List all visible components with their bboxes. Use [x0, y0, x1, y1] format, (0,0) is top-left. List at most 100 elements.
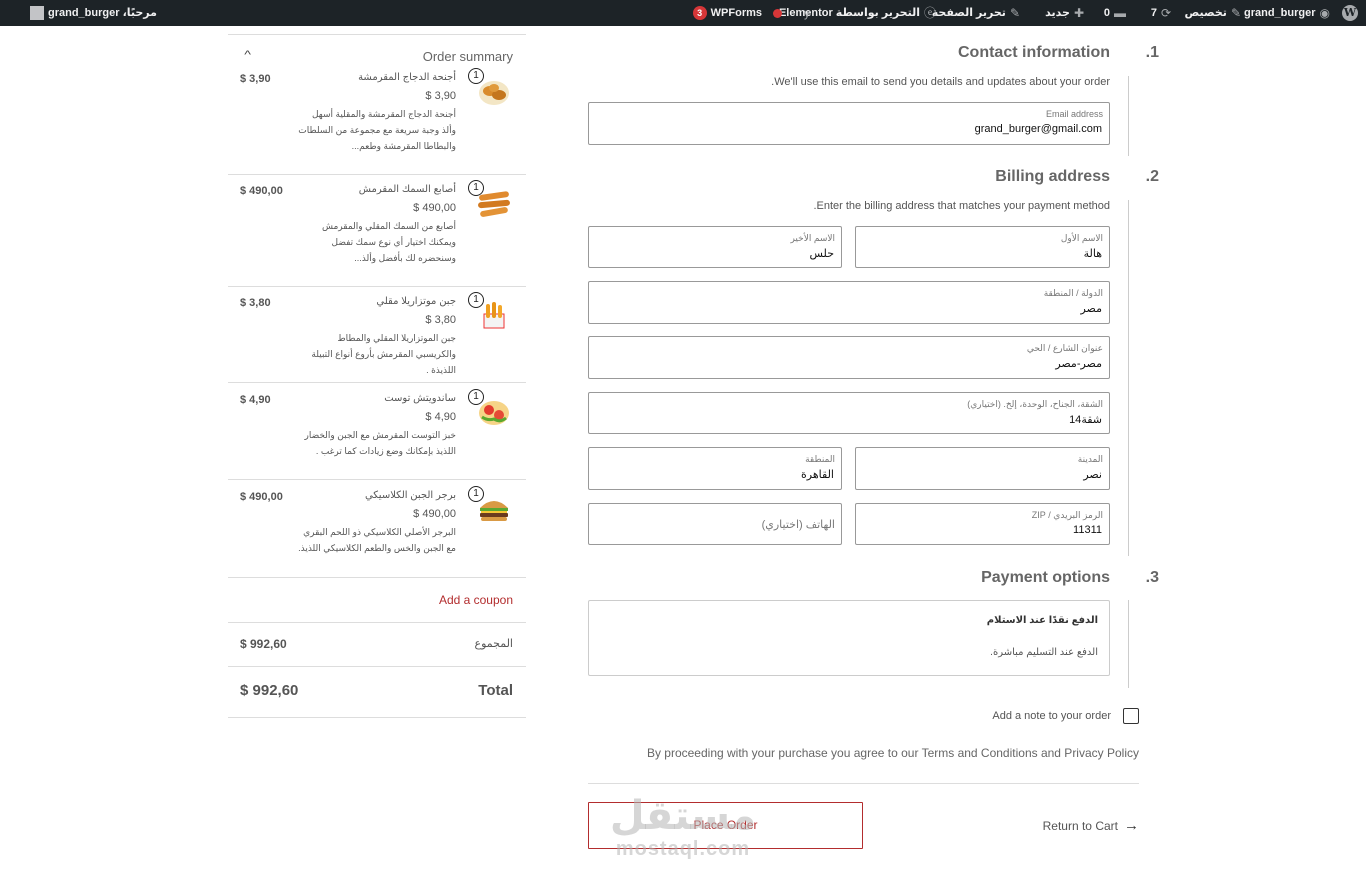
- region-select[interactable]: المنطقة القاهرة: [588, 447, 842, 490]
- order-summary-title: Order summary: [422, 49, 513, 64]
- my-account-link[interactable]: مرحبًا، grand_burger: [30, 0, 157, 26]
- last-name-value: حلس: [809, 248, 834, 260]
- country-select[interactable]: الدولة / المنطقة مصر: [588, 281, 1110, 324]
- comment-icon: ▬: [1114, 6, 1126, 20]
- yoast-link[interactable]: y: [804, 0, 810, 26]
- item-unit-price: $ 490,00: [413, 508, 456, 520]
- order-item: $ 490,00 برجر الجبن الكلاسيكي $ 490,00 ا…: [228, 482, 526, 578]
- street-address-field[interactable]: عنوان الشارع / الحي مصر-مصر: [588, 336, 1110, 379]
- last-name-field[interactable]: الاسم الأخير حلس: [588, 226, 842, 268]
- divider: [228, 577, 526, 578]
- order-item: $ 3,90 أجنحة الدجاج المقرمشة $ 3,90 أجنح…: [228, 64, 526, 176]
- first-name-field[interactable]: الاسم الأول هالة: [855, 226, 1110, 268]
- comments-link[interactable]: ▬ 0: [1104, 0, 1126, 26]
- item-total: $ 3,90: [240, 73, 271, 85]
- subtotal-label: المجموع: [474, 638, 513, 650]
- wordpress-icon: W: [1342, 5, 1358, 21]
- edit-page-link[interactable]: ✎ تحرير الصفحة: [932, 0, 1020, 26]
- total-label: Total: [478, 682, 513, 699]
- edit-elementor-link[interactable]: ⓔ التحرير بواسطة Elementor: [779, 0, 936, 26]
- item-unit-price: $ 490,00: [413, 202, 456, 214]
- order-item: $ 3,80 جبن موتزاريلا مقلي $ 3,80 جبن الم…: [228, 288, 526, 384]
- apartment-field[interactable]: الشقة، الجناح، الوحدة، إلخ. (اختياري) شق…: [588, 392, 1110, 434]
- item-total: $ 4,90: [240, 394, 271, 406]
- item-name: أجنحة الدجاج المقرمشة: [358, 72, 456, 83]
- new-content-link[interactable]: ✚ جديد: [1045, 0, 1084, 26]
- email-label: Email address: [1045, 109, 1103, 119]
- zip-label: الرمز البريدي / ZIP: [1031, 510, 1103, 520]
- wordpress-logo[interactable]: W: [1340, 0, 1360, 26]
- item-name: برجر الجبن الكلاسيكي: [364, 490, 456, 501]
- zip-value: 11311: [1073, 524, 1102, 536]
- apartment-label: الشقة، الجناح، الوحدة، إلخ. (اختياري): [967, 399, 1103, 409]
- phone-placeholder: الهاتف (اختياري): [761, 519, 835, 531]
- chevron-up-icon[interactable]: ^: [244, 49, 251, 61]
- updates-link[interactable]: ⟳ 7: [1151, 0, 1171, 26]
- place-order-button[interactable]: Place Order: [588, 802, 863, 849]
- step-number: .1: [1145, 44, 1159, 61]
- divider: [228, 382, 526, 383]
- payment-method-title: الدفع نقدًا عند الاستلام: [986, 615, 1098, 626]
- order-item: $ 4,90 ساندويتش توست $ 4,90 خبز التوست ا…: [228, 385, 526, 481]
- status-indicator: [773, 0, 782, 26]
- avatar: [30, 6, 44, 20]
- region-label: المنطقة: [805, 454, 835, 464]
- total-value: $ 992,60: [240, 682, 299, 699]
- order-note-label[interactable]: Add a note to your order: [992, 710, 1111, 722]
- item-quantity-badge: 1: [468, 389, 484, 405]
- item-name: جبن موتزاريلا مقلي: [376, 296, 456, 307]
- arrow-right-icon: →: [1124, 817, 1139, 834]
- dashboard-icon: ◉: [1319, 6, 1330, 20]
- item-description: خبز التوست المقرمش مع الجبن والخضار اللذ…: [304, 430, 456, 456]
- divider: [588, 783, 1139, 784]
- wpforms-badge: 3: [692, 6, 707, 20]
- item-quantity-badge: 1: [468, 292, 484, 308]
- plus-icon: ✚: [1073, 6, 1084, 20]
- payment-method-option[interactable]: الدفع نقدًا عند الاستلام الدفع عند التسل…: [588, 600, 1110, 676]
- item-total: $ 3,80: [240, 297, 271, 309]
- add-coupon-link[interactable]: Add a coupon: [439, 593, 513, 607]
- first-name-value: هالة: [1083, 248, 1102, 260]
- order-note-checkbox[interactable]: [1123, 708, 1139, 724]
- site-name-link[interactable]: ◉ grand_burger: [1244, 0, 1330, 26]
- item-description: البرجر الأصلي الكلاسيكي ذو اللحم البقري …: [298, 527, 456, 553]
- apartment-value: شقة14: [1069, 414, 1102, 426]
- divider: [228, 479, 526, 480]
- terms-text: By proceeding with your purchase you agr…: [646, 746, 1139, 760]
- brush-icon: ✎: [1230, 6, 1241, 20]
- city-value: نصر: [1083, 469, 1102, 481]
- payment-method-description: الدفع عند التسليم مباشرة.: [990, 647, 1098, 658]
- wpforms-link[interactable]: WPForms 3: [692, 0, 762, 26]
- red-dot-icon: [773, 8, 782, 18]
- step-line: [1128, 200, 1129, 556]
- step-number: .2: [1145, 168, 1159, 185]
- item-unit-price: $ 4,90: [425, 411, 456, 423]
- divider: [228, 666, 526, 667]
- billing-description: .Enter the billing address that matches …: [813, 200, 1110, 212]
- divider: [228, 286, 526, 287]
- email-field[interactable]: Email address grand_burger@gmail.com: [588, 102, 1110, 145]
- item-total: $ 490,00: [240, 185, 283, 197]
- customize-link[interactable]: ✎ تخصيص: [1185, 0, 1241, 26]
- street-value: مصر-مصر: [1055, 358, 1102, 370]
- item-quantity-badge: 1: [468, 180, 484, 196]
- contact-heading: Contact information: [958, 44, 1110, 61]
- region-value: القاهرة: [801, 469, 834, 481]
- phone-field[interactable]: الهاتف (اختياري): [588, 503, 842, 545]
- subtotal-value: $ 992,60: [240, 637, 287, 651]
- last-name-label: الاسم الأخير: [790, 233, 835, 243]
- wp-admin-bar: W ◉ grand_burger ✎ تخصيص ⟳ 7 ▬ 0 ✚ جديد …: [0, 0, 1366, 26]
- zip-field[interactable]: الرمز البريدي / ZIP 11311: [855, 503, 1110, 545]
- order-item: $ 490,00 أصابع السمك المقرمش $ 490,00 أص…: [228, 176, 526, 288]
- billing-heading: Billing address: [995, 168, 1110, 185]
- payment-heading: Payment options: [981, 569, 1110, 586]
- step-line: [1128, 600, 1129, 688]
- updates-icon: ⟳: [1160, 6, 1171, 20]
- item-quantity-badge: 1: [468, 486, 484, 502]
- country-label: الدولة / المنطقة: [1043, 288, 1103, 298]
- item-unit-price: $ 3,80: [425, 314, 456, 326]
- return-to-cart-link[interactable]: Return to Cart →: [1043, 817, 1139, 834]
- city-field[interactable]: المدينة نصر: [855, 447, 1110, 490]
- item-name: أصابع السمك المقرمش: [358, 184, 456, 195]
- country-value: مصر: [1080, 303, 1102, 315]
